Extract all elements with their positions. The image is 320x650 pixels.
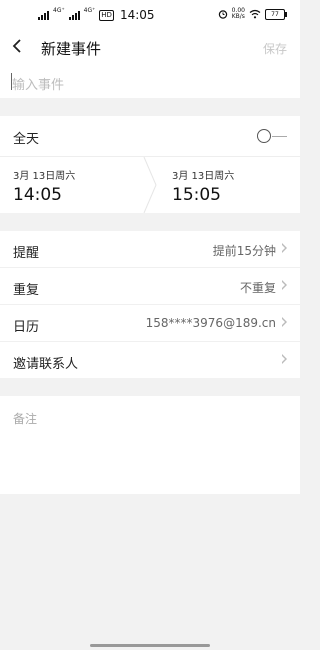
time-card: 全天 3月 13日周六 14:05 3月 13日周六 15:05	[0, 116, 300, 213]
network-type-label: 4G⁺	[53, 7, 65, 14]
status-time: 14:05	[119, 8, 155, 22]
start-time: 14:05	[13, 185, 62, 205]
invite-contacts-label: 邀请联系人	[13, 357, 79, 372]
status-right: 0.00 KB/s 77	[218, 8, 287, 20]
repeat-label: 重复	[13, 283, 40, 298]
event-title-input[interactable]: 输入事件	[0, 62, 300, 98]
toggle-track	[272, 136, 287, 137]
signal-icon	[68, 10, 80, 20]
calendar-value: 158****3976@189.cn	[145, 316, 276, 330]
chevron-right-icon	[282, 317, 287, 327]
time-range: 3月 13日周六 14:05 3月 13日周六 15:05	[0, 157, 300, 213]
save-button[interactable]: 保存	[263, 40, 287, 57]
start-date: 3月 13日周六	[13, 171, 76, 182]
hd-icon: HD	[99, 9, 114, 21]
reminder-row[interactable]: 提醒 提前15分钟	[0, 231, 300, 268]
chevron-right-icon	[282, 243, 287, 253]
calendar-label: 日历	[13, 320, 40, 335]
network-speed: 0.00 KB/s	[232, 8, 245, 20]
end-time: 15:05	[172, 185, 221, 205]
end-date: 3月 13日周六	[172, 171, 235, 182]
notes-input[interactable]: 备注	[0, 396, 300, 494]
start-time-picker[interactable]: 3月 13日周六 14:05	[13, 167, 75, 205]
speed-unit: KB/s	[231, 13, 245, 20]
status-left: 4G⁺ 4G⁺ HD 14:05	[38, 8, 155, 22]
page-title: 新建事件	[41, 40, 102, 58]
reminder-value: 提前15分钟	[212, 244, 276, 258]
wifi-icon	[249, 9, 261, 19]
chevron-right-icon	[143, 157, 157, 213]
chevron-right-icon	[282, 280, 287, 290]
notes-placeholder: 备注	[13, 412, 38, 426]
calendar-row[interactable]: 日历 158****3976@189.cn	[0, 305, 300, 342]
event-title-placeholder: 输入事件	[12, 78, 65, 93]
toggle-knob	[257, 129, 271, 143]
back-arrow-icon[interactable]	[10, 36, 24, 56]
alarm-icon	[218, 10, 227, 19]
chevron-right-icon	[282, 354, 287, 364]
status-bar: 4G⁺ 4G⁺ HD 14:05 0.00 KB/s 77	[0, 0, 300, 32]
end-time-picker[interactable]: 3月 13日周六 15:05	[172, 167, 234, 205]
invite-contacts-row[interactable]: 邀请联系人	[0, 342, 300, 378]
repeat-value: 不重复	[239, 281, 276, 295]
network-type-label: 4G⁺	[83, 7, 96, 14]
all-day-row[interactable]: 全天	[0, 116, 300, 157]
repeat-row[interactable]: 重复 不重复	[0, 268, 300, 305]
reminder-label: 提醒	[13, 246, 40, 261]
signal-icon	[38, 10, 49, 20]
all-day-toggle[interactable]	[257, 129, 287, 143]
battery-icon: 77	[265, 8, 287, 20]
settings-list: 提醒 提前15分钟 重复 不重复 日历 158****3976@189.cn 邀…	[0, 231, 300, 378]
home-indicator[interactable]	[90, 644, 210, 647]
all-day-label: 全天	[13, 132, 40, 147]
app-bar: 新建事件 保存	[0, 32, 300, 62]
